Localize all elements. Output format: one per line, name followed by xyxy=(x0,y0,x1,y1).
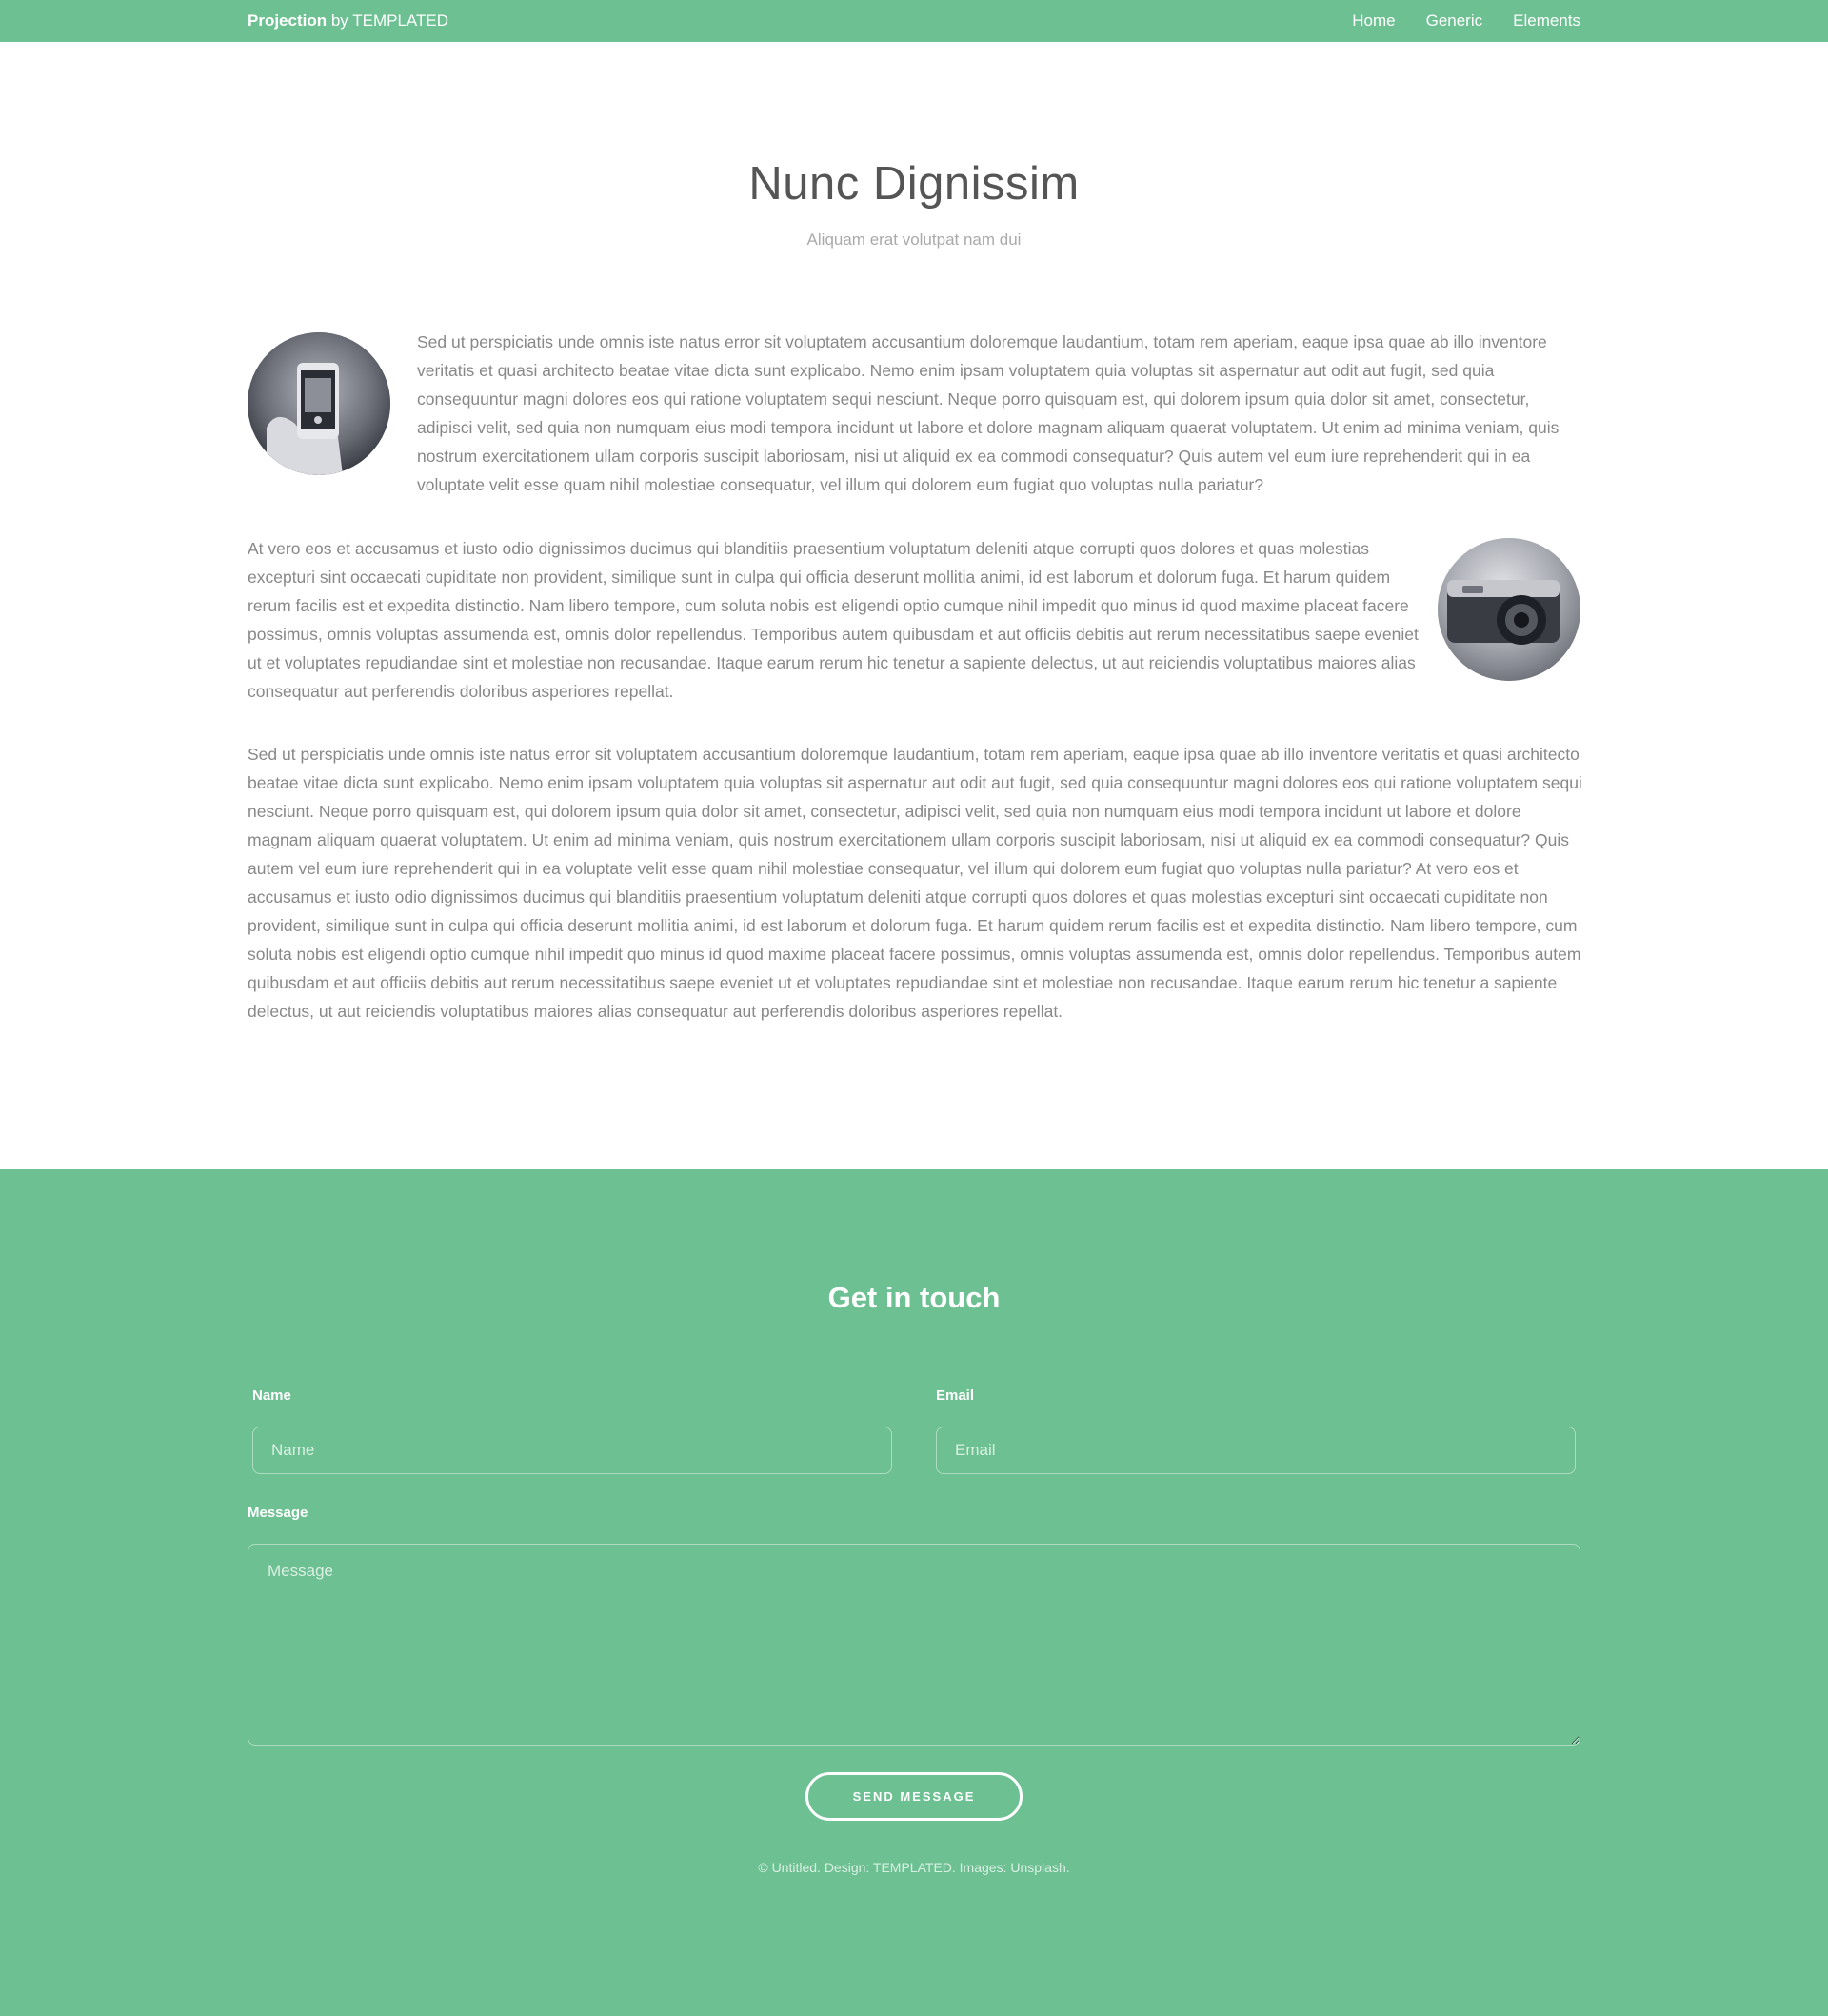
name-input[interactable] xyxy=(252,1427,892,1474)
paragraph-2: At vero eos et accusamus et iusto odio d… xyxy=(248,539,1419,701)
camera-photo-icon xyxy=(1438,538,1580,681)
email-input[interactable] xyxy=(936,1427,1576,1474)
brand-name: Projection xyxy=(248,11,328,30)
name-label: Name xyxy=(252,1387,291,1404)
email-label: Email xyxy=(936,1387,975,1404)
nav-generic[interactable]: Generic xyxy=(1426,11,1483,30)
copyright-text: © Untitled. Design: TEMPLATED. Images: U… xyxy=(758,1860,1070,1875)
paragraph-3: Sed ut perspiciatis unde omnis iste natu… xyxy=(248,745,1582,1021)
message-label: Message xyxy=(248,1505,308,1521)
message-textarea[interactable] xyxy=(248,1544,1580,1746)
page-title: Nunc Dignissim xyxy=(748,158,1080,210)
main-nav: Home Generic Elements xyxy=(1352,11,1580,30)
send-message-button[interactable]: SEND MESSAGE xyxy=(805,1772,1023,1821)
site-header: Projection by TEMPLATED Home Generic Ele… xyxy=(0,0,1828,42)
brand-suffix: by TEMPLATED xyxy=(327,11,448,30)
phone-photo-icon xyxy=(248,332,390,475)
nav-home[interactable]: Home xyxy=(1352,11,1395,30)
contact-title: Get in touch xyxy=(827,1281,1001,1314)
contact-section: Get in touch Name Email Message SEND MES… xyxy=(0,1169,1828,2016)
page-subtitle: Aliquam erat volutpat nam dui xyxy=(806,230,1022,249)
paragraph-1: Sed ut perspiciatis unde omnis iste natu… xyxy=(417,332,1560,494)
nav-elements[interactable]: Elements xyxy=(1513,11,1580,30)
main-section: Nunc Dignissim Aliquam erat volutpat nam… xyxy=(0,42,1828,1169)
site-logo[interactable]: Projection by TEMPLATED xyxy=(248,11,448,30)
